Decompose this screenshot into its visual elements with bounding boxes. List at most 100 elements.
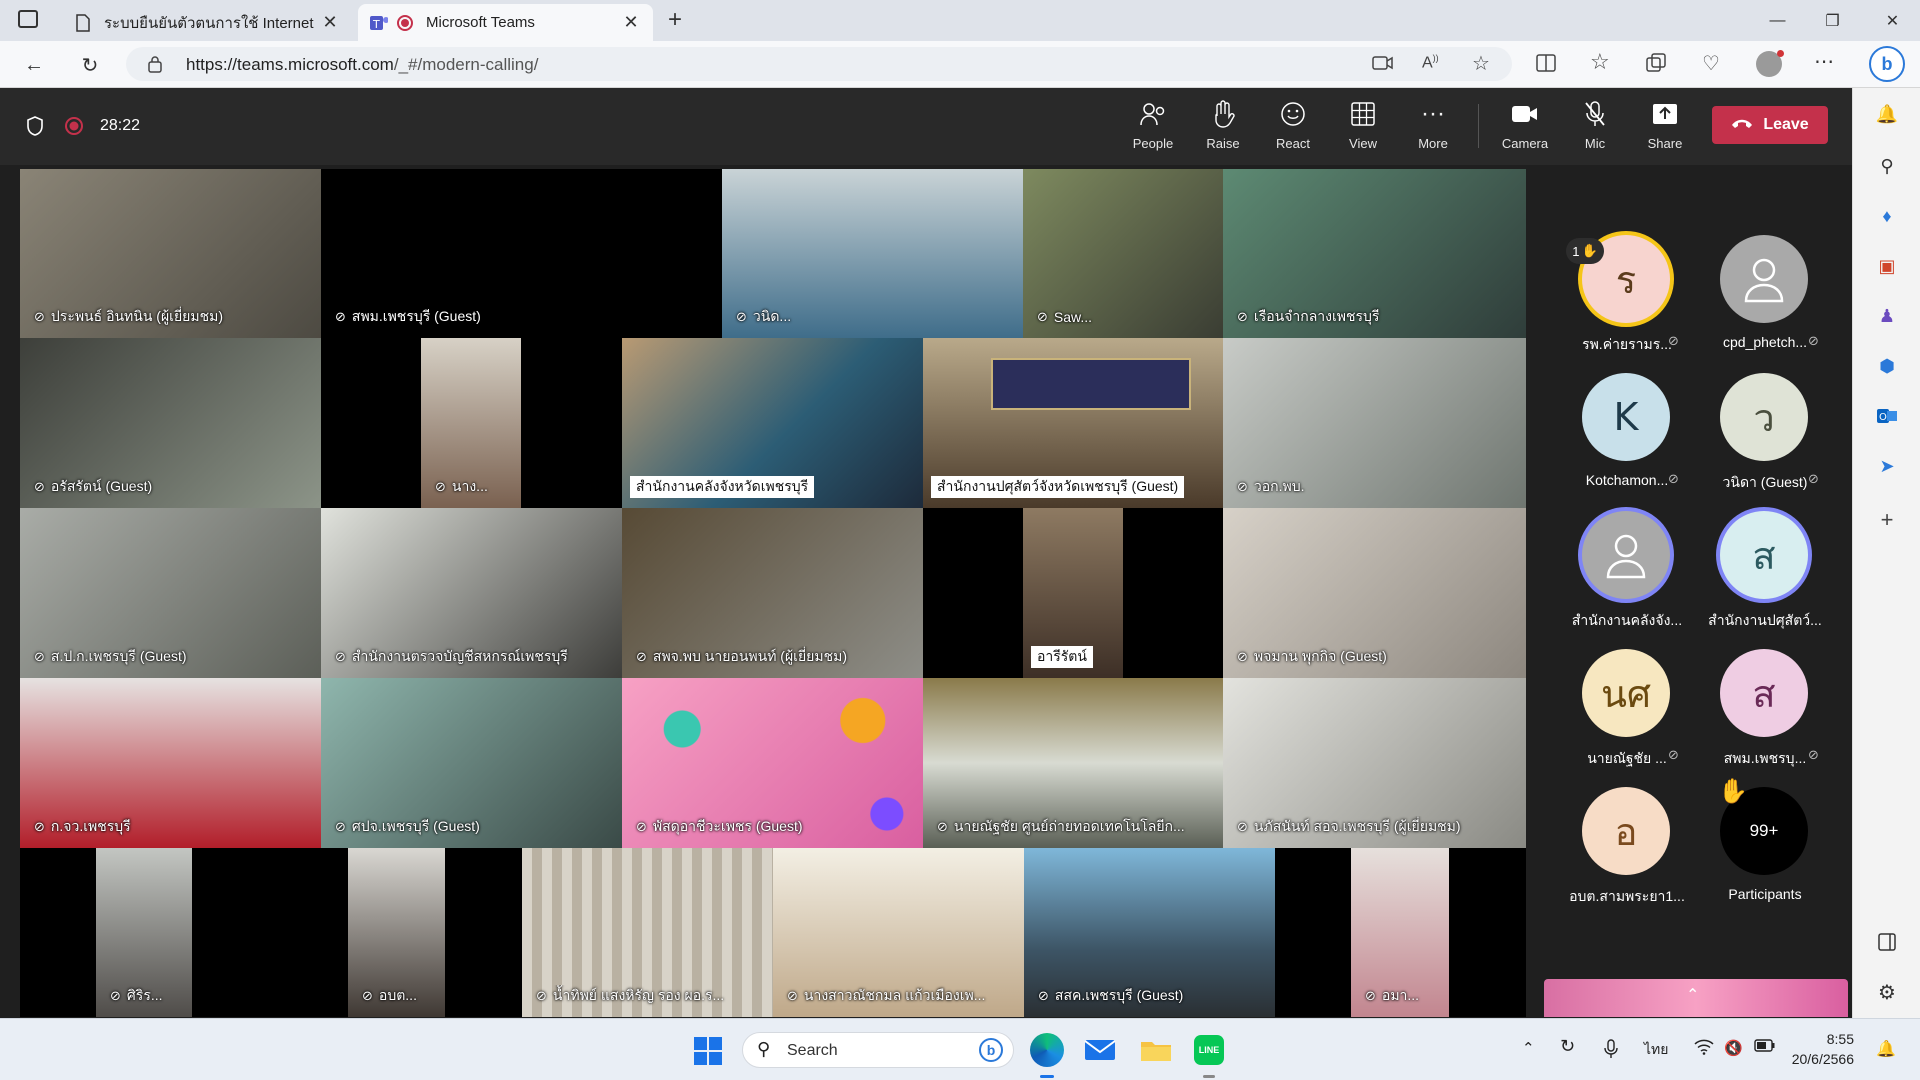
games-icon[interactable]: ♟ [1875, 304, 1899, 328]
video-tile[interactable]: ⊘ นาง... [321, 338, 622, 508]
video-tile[interactable]: ⊘ นายณัฐชัย ศูนย์ถ่ายทอดเทคโนโลยีก... [923, 678, 1223, 848]
shopping-tag-icon[interactable]: ♦ [1875, 204, 1899, 228]
bing-copilot-icon[interactable]: b [1869, 46, 1905, 82]
outlook-icon[interactable]: O [1875, 404, 1899, 428]
tools-icon[interactable]: ▣ [1875, 254, 1899, 278]
participant-avatar[interactable]: ส [1720, 649, 1808, 737]
people-button[interactable]: People [1122, 98, 1184, 158]
video-icon[interactable] [1372, 55, 1394, 76]
video-tile[interactable]: ⊘ ศปจ.เพชรบุรี (Guest) [321, 678, 622, 848]
video-tile[interactable]: ⊘ อบต... [271, 848, 522, 1017]
video-tile[interactable]: สำนักงานคลังจังหวัดเพชรบุรี [622, 338, 923, 508]
sync-icon[interactable]: ↻ [1560, 1036, 1575, 1057]
notification-icon[interactable]: 🔔 [1876, 1039, 1896, 1059]
participant-name-label: ⊘ พัสดุอาชีวะเพชร (Guest) [636, 818, 803, 834]
video-tile[interactable]: ⊘ ส.ป.ก.เพชรบุรี (Guest) [20, 508, 321, 678]
clock-time[interactable]: 8:55 [1794, 1031, 1854, 1047]
chevron-up-icon[interactable]: ⌃ [1522, 1039, 1535, 1057]
participant-name: สำนักงานปศุสัตว์... [1708, 612, 1822, 628]
split-screen-icon[interactable] [1536, 53, 1556, 78]
video-tile[interactable]: ⊘ อมา... [1275, 848, 1526, 1017]
lock-icon[interactable] [148, 55, 162, 78]
video-tile[interactable]: สำนักงานปศุสัตว์จังหวัดเพชรบุรี (Guest) [923, 338, 1223, 508]
video-tile[interactable]: ⊘ นภัสนันท์ สอจ.เพชรบุรี (ผู้เยี่ยมชม) [1223, 678, 1526, 848]
settings-more-icon[interactable]: ⋯ [1814, 49, 1834, 74]
share-button[interactable]: Share [1634, 98, 1696, 158]
video-tile[interactable]: ⊘ สพม.เพชรบุรี (Guest) [321, 169, 722, 338]
video-tile[interactable]: ⊘ พจมาน พุกกิจ (Guest) [1223, 508, 1526, 678]
react-button[interactable]: React [1262, 98, 1324, 158]
participant-avatar[interactable]: อ [1582, 787, 1670, 875]
clock-date[interactable]: 20/6/2566 [1784, 1051, 1854, 1067]
mail-icon[interactable] [1084, 1037, 1116, 1068]
video-tile[interactable]: ⊘ น้ำทิพย์ แสงหิรัญ รอง ผอ.ร... [522, 848, 773, 1017]
search-icon[interactable]: ⚲ [1875, 154, 1899, 178]
notification-bell-icon[interactable]: 🔔 [1875, 102, 1899, 126]
favorite-star-icon[interactable]: ☆ [1472, 51, 1490, 76]
close-icon[interactable]: ✕ [621, 12, 641, 33]
volume-muted-icon[interactable]: 🔇 [1724, 1039, 1743, 1057]
restore-icon[interactable]: ❐ [1805, 0, 1860, 41]
leave-button[interactable]: Leave [1712, 106, 1828, 144]
participant-avatar[interactable]: K [1582, 373, 1670, 461]
close-icon[interactable]: ✕ [320, 12, 340, 33]
video-tile[interactable]: ⊘ ศิริร... [20, 848, 271, 1017]
read-aloud-icon[interactable]: A)) [1422, 53, 1439, 72]
participant-avatar[interactable] [1582, 511, 1670, 599]
taskbar-search-box[interactable]: ⚲ Search b [742, 1032, 1014, 1068]
new-tab-button[interactable]: + [668, 6, 682, 34]
microphone-icon[interactable] [1604, 1039, 1618, 1063]
mic-button[interactable]: Mic [1564, 98, 1626, 158]
video-tile[interactable]: ⊘ วนิด... [722, 169, 1023, 338]
file-explorer-icon[interactable] [1140, 1037, 1172, 1068]
url-field[interactable]: https://teams.microsoft.com/_#/modern-ca… [126, 47, 1512, 81]
input-language[interactable]: ไทย [1644, 1039, 1668, 1061]
chevron-up-icon[interactable]: ⌃ [1686, 985, 1699, 1005]
participant-avatar[interactable]: นศ [1582, 649, 1670, 737]
participant-avatar[interactable] [1720, 235, 1808, 323]
wifi-icon[interactable] [1694, 1039, 1714, 1059]
browser-tab-teams[interactable]: T Microsoft Teams ✕ [358, 4, 653, 41]
video-tile[interactable]: ⊘ เรือนจำกลางเพชรบุรี [1223, 169, 1526, 338]
drop-send-icon[interactable]: ➤ [1875, 454, 1899, 478]
raise-button[interactable]: Raise [1192, 98, 1254, 158]
video-tile[interactable]: ⊘ วอก.พบ. [1223, 338, 1526, 508]
raise-hand-icon [1211, 98, 1235, 130]
recording-icon [396, 14, 414, 32]
sidebar-settings-icon[interactable]: ⚙ [1875, 980, 1899, 1004]
video-tile[interactable]: ⊘ ประพนธ์ อินทนิน (ผู้เยี่ยมชม) [20, 169, 321, 338]
video-tile[interactable]: ⊘ สำนักงานตรวจบัญชีสหกรณ์เพชรบุรี [321, 508, 622, 678]
back-arrow-icon[interactable]: ← [18, 49, 50, 81]
favorites-icon[interactable]: ☆ [1590, 49, 1610, 75]
video-tile[interactable]: ⊘ พัสดุอาชีวะเพชร (Guest) [622, 678, 923, 848]
video-tile[interactable]: ⊘ สสค.เพชรบุรี (Guest) [1024, 848, 1275, 1017]
video-tile[interactable]: ⊘ อรัสรัตน์ (Guest) [20, 338, 321, 508]
minimize-icon[interactable]: — [1750, 0, 1805, 41]
microsoft-365-icon[interactable]: ⬢ [1875, 354, 1899, 378]
video-tile[interactable]: ⊘ Saw... [1023, 169, 1223, 338]
collections-icon[interactable] [1646, 53, 1666, 78]
browser-essentials-icon[interactable]: ♡ [1702, 51, 1720, 76]
participant-avatar[interactable]: ส [1720, 511, 1808, 599]
add-icon[interactable]: + [1875, 507, 1899, 532]
line-app-icon[interactable]: LINE [1194, 1035, 1224, 1065]
video-tile[interactable]: ⊘ ก.จว.เพชรบุรี [20, 678, 321, 848]
toolbar-divider [1478, 104, 1479, 148]
video-tile[interactable]: อารีรัตน์ [923, 508, 1223, 678]
sidebar-toggle-icon[interactable] [1875, 930, 1899, 954]
tab-actions-icon[interactable] [18, 10, 38, 28]
video-tile[interactable]: ⊘ สพจ.พบ นายอนพนท์ (ผู้เยี่ยมชม) [622, 508, 923, 678]
camera-button[interactable]: Camera [1494, 98, 1556, 158]
refresh-icon[interactable]: ↻ [74, 49, 106, 81]
participant-avatar[interactable]: ว [1720, 373, 1808, 461]
shield-icon[interactable] [26, 116, 44, 141]
window-close-icon[interactable]: ✕ [1865, 0, 1920, 41]
battery-icon[interactable] [1754, 1039, 1776, 1057]
video-tile[interactable]: ⊘ นางสาวณัชกมล แก้วเมืองเพ... [773, 848, 1024, 1017]
search-icon: ⚲ [757, 1039, 771, 1059]
windows-start-icon[interactable] [694, 1037, 722, 1070]
edge-browser-icon[interactable] [1030, 1033, 1064, 1067]
view-button[interactable]: View [1332, 98, 1394, 158]
browser-tab-login[interactable]: ระบบยืนยันตัวตนการใช้ Internet ✕ [62, 4, 352, 41]
more-button[interactable]: ··· More [1402, 98, 1464, 158]
